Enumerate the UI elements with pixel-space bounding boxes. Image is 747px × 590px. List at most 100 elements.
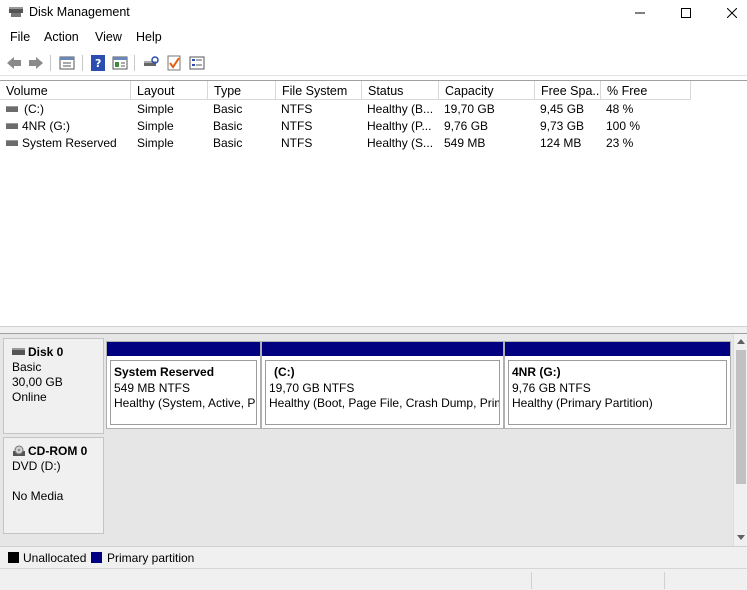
column-header-capacity[interactable]: Capacity — [439, 81, 535, 100]
scroll-up-button[interactable] — [734, 334, 747, 349]
help-button[interactable]: ? — [89, 54, 107, 72]
properties-icon — [59, 56, 75, 70]
window-title: Disk Management — [29, 5, 130, 19]
disk-type: DVD (D:) — [12, 459, 61, 473]
column-header-file-system[interactable]: File System — [276, 81, 362, 100]
partition-system-reserved[interactable]: System Reserved 549 MB NTFS Healthy (Sys… — [106, 341, 261, 429]
volume-file-system: NTFS — [281, 136, 313, 150]
disk-name-text: Disk 0 — [28, 345, 64, 359]
toolbar-separator — [134, 55, 135, 71]
disk-name-text: CD-ROM 0 — [28, 444, 88, 458]
disk-name: CD-ROM 0 — [12, 444, 103, 459]
list-icon — [189, 56, 205, 70]
status-divider — [531, 572, 532, 589]
menu-action[interactable]: Action — [44, 30, 79, 44]
chevron-up-icon — [737, 339, 745, 344]
volume-status: Healthy (P... — [367, 119, 432, 133]
volume-icon — [6, 123, 18, 129]
toolbar-separator — [82, 55, 83, 71]
pane-splitter[interactable] — [0, 326, 747, 334]
disk-name: Disk 0 — [12, 345, 103, 360]
menu-file[interactable]: File — [10, 30, 30, 44]
table-row[interactable]: (C:) Simple Basic NTFS Healthy (B... 19,… — [0, 101, 747, 118]
volume-name: (C:) — [24, 102, 44, 116]
volume-free-space: 9,45 GB — [540, 102, 585, 116]
cd-drive-icon — [13, 445, 25, 456]
maximize-button[interactable] — [663, 0, 709, 26]
unallocated-swatch — [8, 552, 19, 563]
disk-state: No Media — [12, 489, 64, 503]
partition-status: Healthy (Primary Partition) — [512, 396, 653, 410]
volume-file-system: NTFS — [281, 102, 313, 116]
minimize-icon — [635, 12, 645, 14]
help-icon: ? — [91, 55, 105, 71]
title-bar: Disk Management — [0, 0, 747, 26]
svg-text:?: ? — [95, 57, 101, 70]
disk-type: Basic — [12, 360, 42, 374]
volume-capacity: 19,70 GB — [444, 102, 495, 116]
partition-size: 9,76 GB NTFS — [512, 380, 591, 395]
partition-size: 19,70 GB NTFS — [269, 380, 355, 395]
partition-c[interactable]: (C:) 19,70 GB NTFS Healthy (Boot, Page F… — [261, 341, 504, 429]
cdrom-0-label[interactable]: CD-ROM 0 DVD (D:) No Media — [3, 437, 104, 534]
volume-layout: Simple — [137, 119, 174, 133]
column-header-free-space[interactable]: Free Spa... — [535, 81, 601, 100]
volume-status: Healthy (B... — [367, 102, 434, 116]
toolbar-separator — [50, 55, 51, 71]
disk-0-label[interactable]: Disk 0 Basic 30,00 GB Online — [3, 338, 104, 434]
scroll-down-button[interactable] — [734, 530, 747, 545]
vertical-scrollbar[interactable] — [733, 334, 747, 546]
check-button[interactable] — [165, 54, 183, 72]
volume-free-space: 9,73 GB — [540, 119, 585, 133]
volume-free-space: 124 MB — [540, 136, 582, 150]
minimize-button[interactable] — [617, 0, 663, 26]
scrollbar-thumb[interactable] — [736, 350, 746, 484]
column-header-volume[interactable]: Volume — [0, 81, 131, 100]
volume-percent-free: 23 % — [606, 136, 634, 150]
back-arrow-icon — [7, 57, 21, 69]
column-header-layout[interactable]: Layout — [131, 81, 208, 100]
volume-layout: Simple — [137, 136, 174, 150]
close-icon — [727, 8, 737, 18]
volume-type: Basic — [213, 102, 243, 116]
partition-details: (C:) 19,70 GB NTFS Healthy (Boot, Page F… — [265, 360, 500, 425]
volume-type: Basic — [213, 136, 243, 150]
partition-g[interactable]: 4NR (G:) 9,76 GB NTFS Healthy (Primary P… — [504, 341, 731, 429]
forward-button[interactable] — [27, 54, 45, 72]
partition-size: 549 MB NTFS — [114, 380, 191, 395]
column-header-percent-free[interactable]: % Free — [601, 81, 691, 100]
volume-name: 4NR (G:) — [22, 119, 70, 133]
volume-status: Healthy (S... — [367, 136, 434, 150]
primary-partition-bar — [262, 342, 503, 356]
partition-name: 4NR (G:) — [512, 365, 561, 379]
properties-button[interactable] — [58, 54, 76, 72]
disk-management-icon — [9, 7, 23, 17]
maximize-icon — [681, 8, 691, 18]
status-divider — [664, 572, 665, 589]
back-button[interactable] — [5, 54, 23, 72]
volume-layout: Simple — [137, 102, 174, 116]
close-button[interactable] — [709, 0, 747, 26]
column-header-status[interactable]: Status — [362, 81, 439, 100]
partition-status: Healthy (Boot, Page File, Crash Dump, Pr… — [269, 396, 500, 410]
volume-list: Volume Layout Type File System Status Ca… — [0, 80, 747, 326]
primary-partition-bar — [107, 342, 260, 356]
table-row[interactable]: 4NR (G:) Simple Basic NTFS Healthy (P...… — [0, 118, 747, 135]
disk-size: 30,00 GB — [12, 375, 63, 389]
list-button[interactable] — [188, 54, 206, 72]
column-header-type[interactable]: Type — [208, 81, 276, 100]
menu-bar: File Action View Help — [0, 28, 747, 48]
disk-map: Disk 0 Basic 30,00 GB Online System Rese… — [0, 334, 747, 546]
volume-percent-free: 100 % — [606, 119, 641, 133]
rescan-button[interactable] — [142, 54, 160, 72]
volume-capacity: 549 MB — [444, 136, 486, 150]
disk-state: Online — [12, 390, 47, 404]
console-tree-button[interactable] — [111, 54, 129, 72]
volume-capacity: 9,76 GB — [444, 119, 489, 133]
primary-partition-bar — [505, 342, 730, 356]
menu-view[interactable]: View — [95, 30, 122, 44]
console-tree-icon — [112, 56, 128, 70]
menu-help[interactable]: Help — [136, 30, 162, 44]
table-row[interactable]: System Reserved Simple Basic NTFS Health… — [0, 135, 747, 152]
toolbar: ? — [0, 50, 747, 76]
